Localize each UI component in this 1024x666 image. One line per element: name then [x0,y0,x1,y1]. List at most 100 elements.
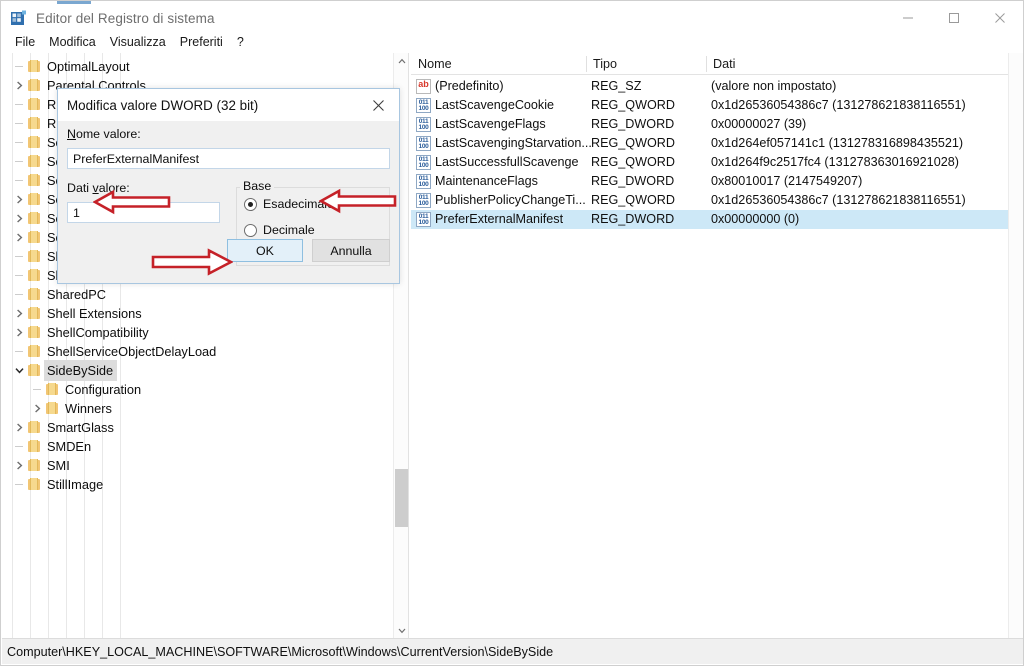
dialog-close-button[interactable] [357,89,399,121]
value-row[interactable]: 011 100 LastScavengingStarvation... REG_QWO… [411,134,1023,153]
status-bar: Computer\HKEY_LOCAL_MACHINE\SOFTWARE\Mic… [2,638,1023,664]
folder-icon [27,420,42,435]
chevron-right-icon[interactable] [12,418,27,437]
chevron-right-icon[interactable] [12,190,27,209]
value-cell-name: LastScavengingStarvation... [435,136,592,150]
value-cell-name: LastSuccessfullScavenge [435,155,579,169]
tree-scroll-thumb[interactable] [395,469,408,527]
binary-value-icon: 011 100 [416,174,431,189]
value-cell-type: REG_QWORD [591,155,675,169]
value-row[interactable]: 011 100 MaintenanceFlags REG_DWORD 0x8001001… [411,172,1023,191]
value-row[interactable]: 011 100 PublisherPolicyChangeTi... REG_QWOR… [411,191,1023,210]
cancel-button[interactable]: Annulla [312,239,390,262]
tree-item-label: SMI [47,458,70,473]
tree-item[interactable]: OptimalLayout [2,57,392,76]
value-cell-data: 0x1d264ef057141c1 (131278316898435521) [711,136,964,150]
value-row[interactable]: 011 100 LastSuccessfullScavenge REG_QWORD 0x… [411,153,1023,172]
folder-icon [27,287,42,302]
folder-icon [27,325,42,340]
tree-leaf-connector [12,285,27,304]
tree-item-label: ShellServiceObjectDelayLoad [47,344,217,359]
folder-icon [27,363,42,378]
menu-visualizza[interactable]: Visualizza [103,34,173,51]
tree-leaf-connector [12,95,27,114]
chevron-right-icon[interactable] [12,323,27,342]
value-row[interactable]: 011 100 LastScavengeFlags REG_DWORD 0x000000… [411,115,1023,134]
binary-value-icon: 011 100 [416,117,431,132]
value-cell-type: REG_QWORD [591,193,675,207]
tree-item-label: SharedPC [47,287,107,302]
tree-item[interactable]: SideBySide [2,360,392,381]
folder-icon [27,97,42,112]
binary-value-icon: 011 100 [416,98,431,113]
tree-item[interactable]: Configuration [2,380,392,399]
chevron-right-icon[interactable] [12,456,27,475]
column-header-nome[interactable]: Nome [411,53,586,75]
tree-item[interactable]: ShellServiceObjectDelayLoad [2,342,392,361]
folder-icon [27,306,42,321]
tree-item[interactable]: StillImage [2,475,392,494]
value-cell-type: REG_QWORD [591,98,675,112]
tree-item-label: OptimalLayout [47,59,130,74]
menu-help[interactable]: ? [230,34,251,51]
radio-esadecimale-dot [244,197,257,211]
folder-icon [27,135,42,150]
chevron-right-icon[interactable] [12,304,27,323]
chevron-right-icon[interactable] [30,399,45,418]
close-button[interactable] [977,1,1023,35]
tree-item[interactable]: Shell Extensions [2,304,392,323]
value-cell-type: REG_SZ [591,79,642,93]
tree-leaf-connector [12,475,27,494]
menu-file[interactable]: File [8,34,42,51]
arrow-to-value-field [93,189,171,215]
tree-item[interactable]: SMI [2,456,392,475]
value-row[interactable]: 011 100 PreferExternalManifest REG_DWORD 0x0… [411,210,1023,229]
value-cell-data: 0x00000000 (0) [711,212,800,226]
minimize-button[interactable] [885,1,931,35]
value-row[interactable]: ab (Predefinito) REG_SZ (valore non imposta… [411,77,1023,96]
scroll-down-arrow-icon[interactable] [394,623,409,639]
registry-values-pane[interactable]: Nome Tipo Dati ab (Predefinito) REG_SZ (val… [411,53,1023,639]
value-name-input[interactable]: PreferExternalManifest [67,148,390,169]
maximize-button[interactable] [931,1,977,35]
value-cell-type: REG_DWORD [591,174,675,188]
tree-item-label: Configuration [65,382,142,397]
scroll-up-arrow-icon[interactable] [394,53,409,69]
chevron-right-icon[interactable] [12,228,27,247]
registry-editor-window: Editor del Registro di sistema File Modi… [0,0,1024,666]
ok-button[interactable]: OK [227,239,303,262]
chevron-right-icon[interactable] [12,209,27,228]
value-cell-data: (valore non impostato) [711,79,837,93]
value-cell-name: (Predefinito) [435,79,504,93]
title-accent-bar [57,1,91,4]
column-header-dati[interactable]: Dati [706,53,1016,75]
value-cell-data: 0x1d26536054386c7 (131278621838116551) [711,98,966,112]
tree-item-label: ShellCompatibility [47,325,149,340]
value-cell-name: LastScavengeCookie [435,98,555,112]
value-cell-data: 0x00000027 (39) [711,117,807,131]
tree-item[interactable]: SMDEn [2,437,392,456]
folder-icon [27,116,42,131]
column-header-tipo[interactable]: Tipo [586,53,706,75]
tree-item[interactable]: SharedPC [2,285,392,304]
value-row[interactable]: 011 100 LastScavengeCookie REG_QWORD 0x1d265… [411,96,1023,115]
tree-leaf-connector [12,266,27,285]
values-column-header: Nome Tipo Dati [411,53,1023,75]
value-cell-name: LastScavengeFlags [435,117,546,131]
tree-item-label: StillImage [47,477,104,492]
chevron-right-icon[interactable] [12,76,27,95]
chevron-down-icon[interactable] [12,361,27,380]
folder-icon [45,382,60,397]
menu-modifica[interactable]: Modifica [42,34,103,51]
tree-item[interactable]: SmartGlass [2,418,392,437]
pane-splitter[interactable] [408,53,409,639]
tree-leaf-connector [12,133,27,152]
tree-item-label: SmartGlass [47,420,114,435]
tree-leaf-connector [12,247,27,266]
menu-preferiti[interactable]: Preferiti [173,34,230,51]
folder-icon [27,344,42,359]
radio-decimale[interactable]: Decimale [244,223,315,237]
values-vertical-scrollbar[interactable] [1008,53,1023,639]
tree-item[interactable]: ShellCompatibility [2,323,392,342]
tree-item[interactable]: Winners [2,399,392,418]
